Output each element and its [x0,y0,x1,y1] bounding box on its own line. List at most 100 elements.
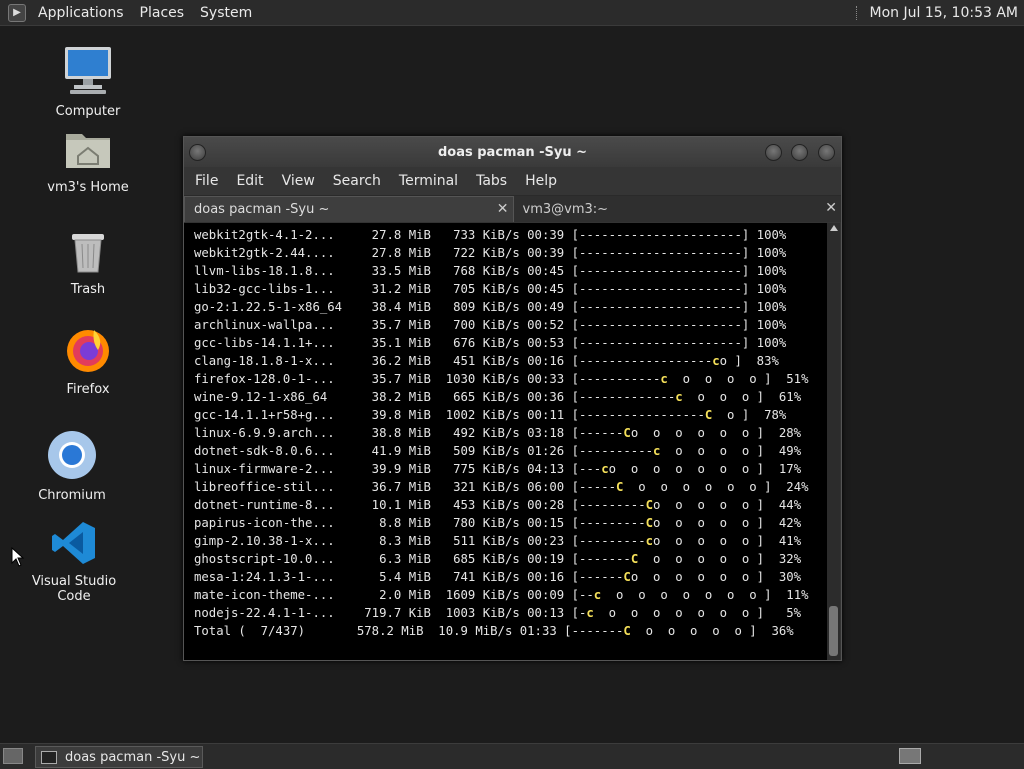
terminal-text: ----------------------] 100% [578,300,787,314]
home-folder-icon [66,134,110,168]
terminal-text: ------- [571,624,624,638]
menu-tabs[interactable]: Tabs [467,173,516,189]
terminal-text: o o o ] 61% [682,390,802,404]
workspace-switcher[interactable] [899,748,921,764]
terminal-line: linux-firmware-2... 39.9 MiB 775 KiB/s 0… [194,460,809,478]
menu-view[interactable]: View [273,173,324,189]
terminal-text: gcc-libs-14.1.1+... 35.1 MiB 676 KiB/s 0… [194,336,579,350]
show-desktop-icon[interactable] [3,748,23,764]
terminal-text: llvm-libs-18.1.8... 33.5 MiB 768 KiB/s 0… [194,264,579,278]
title-bar[interactable]: doas pacman -Syu ~ [184,137,841,167]
terminal-text: ----------------------] 100% [578,264,787,278]
terminal-text: o o o o o ] 41% [653,534,802,548]
close-button[interactable] [818,144,835,161]
window-menu-button[interactable] [189,144,206,161]
terminal-text: o ] 83% [719,354,779,368]
terminal-text: o o o o o o o ] 5% [593,606,802,620]
menu-applications[interactable]: Applications [30,5,132,21]
desktop-icon-chromium[interactable]: Chromium [17,430,127,503]
menu-places[interactable]: Places [132,5,193,21]
terminal-text: o o o o o ] 42% [653,516,802,530]
terminal-line: ghostscript-10.0... 6.3 MiB 685 KiB/s 00… [194,550,809,568]
desktop-icon-firefox[interactable]: Firefox [33,326,143,397]
maximize-button[interactable] [791,144,808,161]
terminal-line: firefox-128.0-1-... 35.7 MiB 1030 KiB/s … [194,370,809,388]
terminal-text: ----------------------] 100% [578,336,787,350]
trash-icon [72,234,104,273]
terminal-text: ---------- [578,444,654,458]
terminal-line: papirus-icon-the... 8.8 MiB 780 KiB/s 00… [194,514,809,532]
tab-vm3[interactable]: vm3@vm3:~ ✕ [513,196,841,222]
desktop-icon-computer[interactable]: Computer [33,44,143,119]
bottom-panel: doas pacman -Syu ~ [0,743,1024,769]
terminal-window[interactable]: doas pacman -Syu ~ File Edit View Search… [183,136,842,661]
terminal-output[interactable]: webkit2gtk-4.1-2... 27.8 MiB 733 KiB/s 0… [184,223,827,660]
terminal-line: mesa-1:24.1.3-1-... 5.4 MiB 741 KiB/s 00… [194,568,809,586]
terminal-line: Total ( 7/437) 578.2 MiB 10.9 MiB/s 01:3… [194,622,809,640]
terminal-line: gcc-14.1.1+r58+g... 39.8 MiB 1002 KiB/s … [194,406,809,424]
menu-search[interactable]: Search [324,173,390,189]
scroll-up-arrow-icon[interactable] [830,225,838,231]
desktop-icon-trash[interactable]: Trash [33,230,143,297]
terminal-text: papirus-icon-the... 8.8 MiB 780 KiB/s 00… [194,516,579,530]
menu-edit[interactable]: Edit [227,173,272,189]
terminal-text: linux-firmware-2... 39.9 MiB 775 KiB/s 0… [194,462,579,476]
terminal-text: wine-9.12-1-x86_64 38.2 MiB 665 KiB/s 00… [194,390,579,404]
terminal-text: dotnet-runtime-8... 10.1 MiB 453 KiB/s 0… [194,498,579,512]
menu-logo-icon[interactable]: ▶ [8,3,26,22]
clock[interactable]: Mon Jul 15, 10:53 AM [855,0,1018,25]
firefox-icon [67,330,109,372]
terminal-line: wine-9.12-1-x86_64 38.2 MiB 665 KiB/s 00… [194,388,809,406]
pacman-glyph: C [645,516,654,530]
desktop-icon-vscode[interactable]: Visual Studio Code [19,520,129,604]
menu-help[interactable]: Help [516,173,566,189]
terminal-line: libreoffice-stil... 36.7 MiB 321 KiB/s 0… [194,478,809,496]
tab-label: doas pacman -Syu ~ [194,202,330,217]
terminal-text: ghostscript-10.0... 6.3 MiB 685 KiB/s 00… [194,552,579,566]
terminal-text: nodejs-22.4.1-1-... 719.7 KiB 1003 KiB/s… [194,606,579,620]
tab-close-icon[interactable]: ✕ [497,201,509,217]
desktop-icon-label: Chromium [38,488,106,503]
terminal-text: o o o o o ] 36% [630,624,794,638]
terminal-text: o o o o ] 49% [660,444,802,458]
menu-system[interactable]: System [192,5,260,21]
terminal-line: webkit2gtk-4.1-2... 27.8 MiB 733 KiB/s 0… [194,226,809,244]
desktop-icon-home[interactable]: vm3's Home [33,128,143,195]
pacman-glyph: c [712,354,720,368]
terminal-text: ----------------------] 100% [578,228,787,242]
tab-close-icon[interactable]: ✕ [825,200,837,216]
panel-separator [855,5,860,20]
terminal-icon [41,750,57,764]
terminal-text: ------- [578,552,631,566]
desktop-icon-label: Computer [55,104,121,119]
terminal-text: clang-18.1.8-1-x... 36.2 MiB 451 KiB/s 0… [194,354,579,368]
terminal-text: ------ [578,426,624,440]
terminal-text: ----------------------] 100% [578,318,787,332]
terminal-menubar: File Edit View Search Terminal Tabs Help [184,167,841,195]
tab-doas-pacman[interactable]: doas pacman -Syu ~ ✕ [184,196,514,222]
pacman-glyph: c [660,372,668,386]
minimize-button[interactable] [765,144,782,161]
terminal-text: webkit2gtk-2.44.... 27.8 MiB 722 KiB/s 0… [194,246,579,260]
pacman-glyph: C [645,498,654,512]
menu-terminal[interactable]: Terminal [390,173,467,189]
terminal-text: ----------------- [578,408,705,422]
pacman-glyph: c [675,390,683,404]
terminal-scrollbar[interactable] [827,223,840,660]
terminal-text: --------- [578,498,646,512]
terminal-tabs: doas pacman -Syu ~ ✕ vm3@vm3:~ ✕ [184,195,841,222]
computer-icon [65,47,111,94]
scrollbar-thumb[interactable] [829,606,838,656]
terminal-line: archlinux-wallpa... 35.7 MiB 700 KiB/s 0… [194,316,809,334]
terminal-text: o o o o ] 51% [667,372,809,386]
pacman-glyph: c [645,534,654,548]
taskbar-button-terminal[interactable]: doas pacman -Syu ~ [35,746,203,768]
menu-file[interactable]: File [186,173,227,189]
mouse-cursor-icon [11,547,25,567]
terminal-text: ----------- [578,372,661,386]
terminal-text: linux-6.9.9.arch... 38.8 MiB 492 KiB/s 0… [194,426,579,440]
desktop-icon-label: Trash [70,282,106,297]
terminal-text: libreoffice-stil... 36.7 MiB 321 KiB/s 0… [194,480,579,494]
terminal-text: o o o o o o ] 28% [630,426,802,440]
window-title: doas pacman -Syu ~ [437,144,588,160]
